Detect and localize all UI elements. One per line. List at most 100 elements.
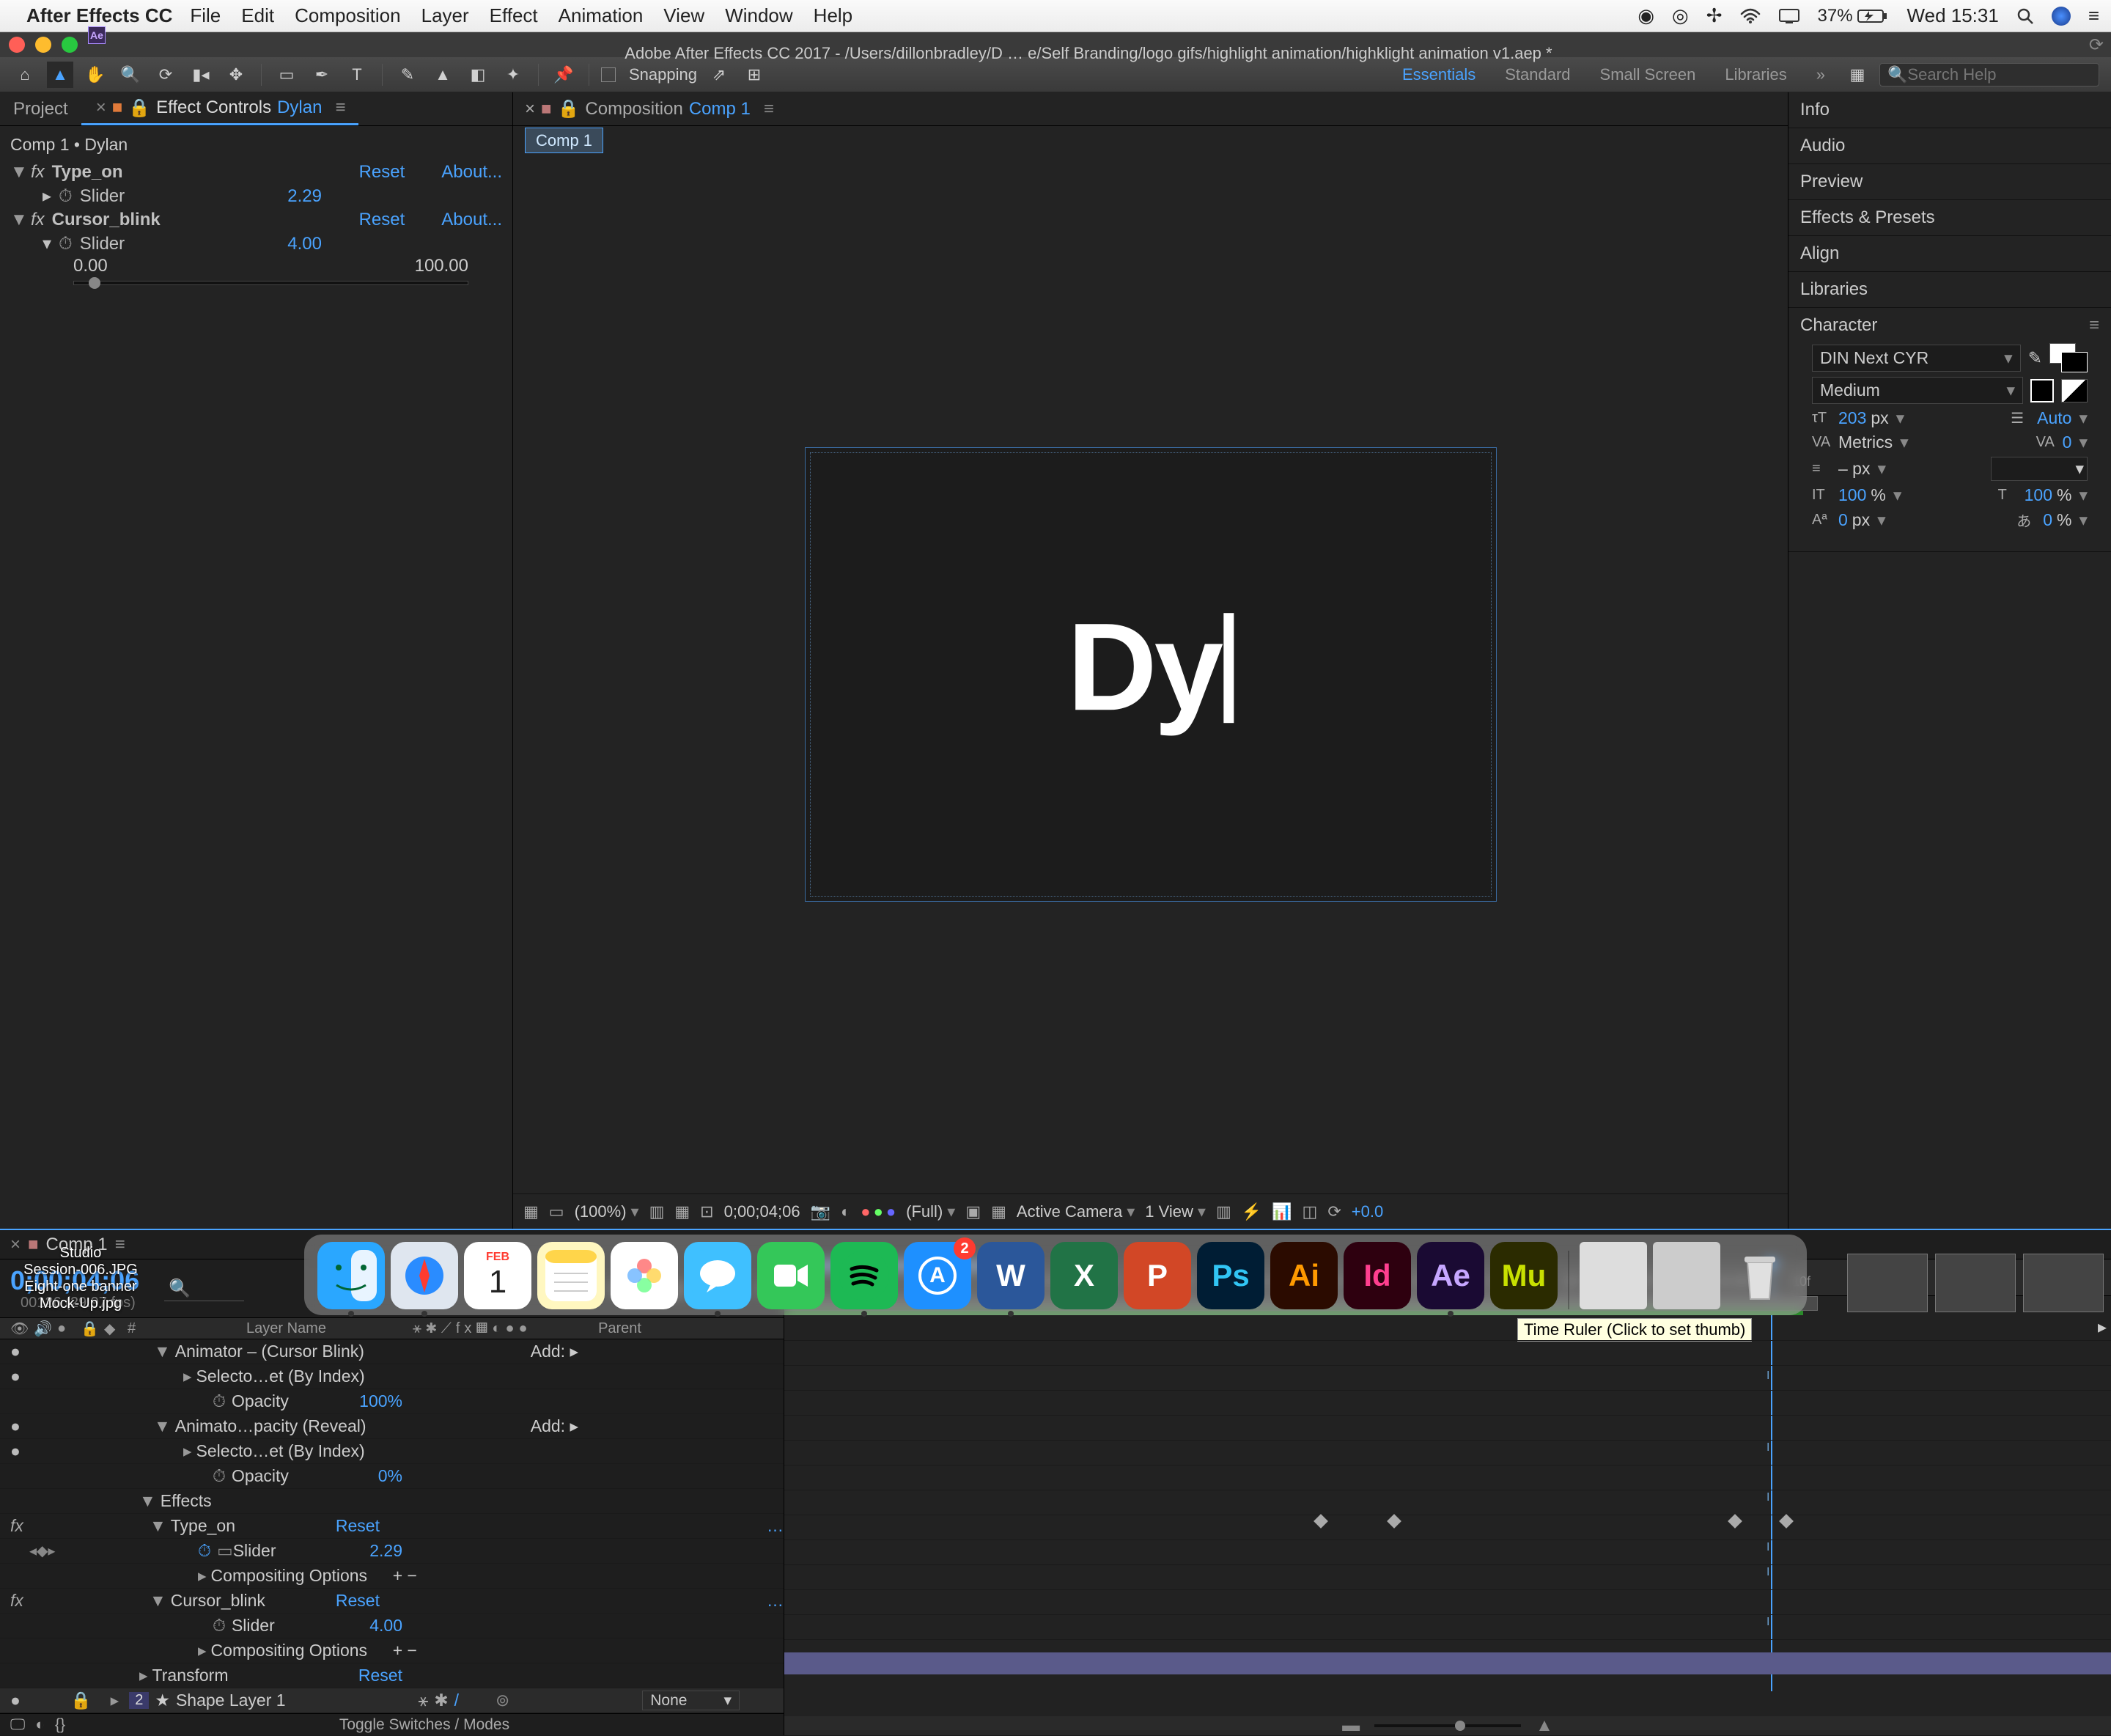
slider-value[interactable]: 2.29	[369, 1541, 402, 1561]
help-search[interactable]: 🔍	[1879, 63, 2099, 87]
video-switch-icon[interactable]: 👁	[10, 1320, 28, 1338]
frame-blend-toggle-icon[interactable]: ◐	[35, 1716, 45, 1734]
zoom-out-icon[interactable]: ▬	[1342, 1715, 1360, 1736]
tracking-field[interactable]: VA0▾	[2036, 433, 2088, 452]
hscale-field[interactable]: T100%▾	[1998, 485, 2088, 505]
fx-about-link[interactable]: About...	[441, 210, 502, 230]
switches-columns-icon[interactable]: ⚹✱⟋fx▦◐●●	[413, 1320, 532, 1337]
add-property-button[interactable]: Add: ▸	[531, 1416, 578, 1436]
timeline-row-animator2[interactable]: ●▼ Animato…pacity (Reveal) Add: ▸	[0, 1414, 784, 1439]
menu-help[interactable]: Help	[814, 4, 852, 27]
info-panel-header[interactable]: Info	[1788, 92, 2111, 128]
workspace-reset-icon[interactable]: ▦	[1844, 62, 1871, 88]
fx-reset-link[interactable]: Reset	[359, 210, 405, 230]
menu-animation[interactable]: Animation	[559, 4, 644, 27]
reset-link[interactable]: Reset	[336, 1591, 380, 1611]
panel-menu-icon[interactable]: ≡	[2089, 315, 2099, 336]
dock-app-finder[interactable]	[317, 1242, 385, 1309]
fx-slider-value[interactable]: 4.00	[287, 234, 322, 254]
menu-file[interactable]: File	[190, 4, 221, 27]
timeline-row-comp-opts2[interactable]: ▸ Compositing Options + −	[0, 1638, 784, 1663]
parent-pickwhip-icon[interactable]: ⊚	[495, 1691, 509, 1710]
grid-icon[interactable]: ▦	[674, 1202, 690, 1221]
composition-tab[interactable]: × ■ 🔒 Composition Comp 1 ≡	[513, 94, 786, 124]
timeline-row-comp-opts1[interactable]: ▸ Compositing Options + −	[0, 1564, 784, 1589]
disclosure-triangle-icon[interactable]: ▼	[10, 162, 23, 183]
pen-tool-icon[interactable]: ✒	[309, 62, 335, 88]
resolution-dropdown[interactable]: (Full)▾	[906, 1202, 955, 1221]
fx-reset-link[interactable]: Reset	[359, 162, 405, 183]
brush-tool-icon[interactable]: ✎	[394, 62, 421, 88]
close-tab-icon[interactable]: ×	[525, 99, 535, 119]
timeline-row-opacity1[interactable]: ⏱ Opacity 100%	[0, 1389, 784, 1414]
effect-options-icon[interactable]: …	[767, 1591, 784, 1611]
visibility-icon[interactable]: ●	[10, 1691, 29, 1710]
dock-stack-2[interactable]	[1653, 1242, 1720, 1309]
menu-view[interactable]: View	[663, 4, 704, 27]
flowchart-icon[interactable]: ◫	[1303, 1202, 1318, 1221]
opacity-value[interactable]: 100%	[359, 1391, 402, 1411]
dock-app-safari[interactable]	[391, 1242, 458, 1309]
keyframe-icon[interactable]	[1387, 1514, 1401, 1529]
reset-exposure-icon[interactable]: ⟳	[1327, 1202, 1341, 1221]
opacity-value[interactable]: 0%	[378, 1466, 402, 1486]
ruler-icon[interactable]: ▥	[649, 1202, 665, 1221]
stroke-swatch[interactable]	[2030, 379, 2054, 402]
timeline-row-cursor-slider[interactable]: ⏱ Slider 4.00	[0, 1614, 784, 1638]
vscale-field[interactable]: IT100%▾	[1812, 485, 1901, 505]
workspace-small-screen[interactable]: Small Screen	[1590, 62, 1706, 87]
lock-icon[interactable]: 🔒	[70, 1691, 92, 1710]
keyframe-icon[interactable]	[1728, 1514, 1742, 1529]
menu-effect[interactable]: Effect	[490, 4, 538, 27]
snap-grid-icon[interactable]: ⊞	[741, 62, 767, 88]
dock-app-muse[interactable]: Mu	[1490, 1242, 1558, 1309]
add-remove-icon[interactable]: + −	[393, 1641, 417, 1660]
timeline-zoom-slider[interactable]: ▬ ▲	[784, 1716, 2111, 1735]
mask-icon[interactable]: ⊡	[700, 1202, 713, 1221]
kerning-field[interactable]: VAMetrics▾	[1812, 433, 1909, 452]
keyframe-icon[interactable]	[1314, 1514, 1328, 1529]
menubar-siri-icon[interactable]	[2052, 7, 2071, 26]
composition-canvas[interactable]: Dy	[805, 447, 1497, 902]
dock-stack-1[interactable]	[1580, 1242, 1647, 1309]
expression-icon[interactable]: ▭	[217, 1541, 233, 1561]
clone-tool-icon[interactable]: ▲	[430, 62, 456, 88]
type-tool-icon[interactable]: T	[344, 62, 370, 88]
timeline-row-type-on-slider[interactable]: ◂◆▸ ⏱ ▭ Slider 2.29	[0, 1539, 784, 1564]
menubar-shield-icon[interactable]: ◉	[1637, 4, 1654, 27]
disclosure-triangle-icon[interactable]: ▼	[10, 210, 23, 230]
preview-panel-header[interactable]: Preview	[1788, 164, 2111, 200]
transparency-grid-icon[interactable]: ▭	[549, 1202, 564, 1221]
fx-badge-icon[interactable]: fx	[10, 1516, 29, 1536]
lock-icon[interactable]: 🔒	[128, 98, 150, 119]
snapping-opts-icon[interactable]: ⇗	[706, 62, 732, 88]
show-snapshot-icon[interactable]: ◐	[841, 1202, 850, 1221]
font-size-field[interactable]: τT203px▾	[1812, 408, 1904, 428]
dock-app-illustrator[interactable]: Ai	[1270, 1242, 1338, 1309]
hand-tool-icon[interactable]: ✋	[82, 62, 108, 88]
orbit-tool-icon[interactable]: ⟳	[152, 62, 179, 88]
channel-icon[interactable]: ●	[861, 1202, 870, 1221]
disclosure-triangle-icon[interactable]: ▸	[43, 185, 51, 207]
dock-app-messages[interactable]	[684, 1242, 751, 1309]
slider-value[interactable]: 4.00	[369, 1616, 402, 1636]
dock-app-word[interactable]: W	[977, 1242, 1045, 1309]
roi-icon[interactable]: ▣	[965, 1202, 981, 1221]
rectangle-tool-icon[interactable]: ▭	[273, 62, 300, 88]
effects-presets-panel-header[interactable]: Effects & Presets	[1788, 200, 2111, 236]
comp-link[interactable]: Comp 1	[689, 99, 751, 119]
fill-stroke-swatch[interactable]	[2049, 343, 2088, 372]
transparent-icon[interactable]: ▦	[991, 1202, 1006, 1221]
zoom-dropdown[interactable]: (100%)▾	[575, 1202, 639, 1221]
desktop-thumbnails[interactable]	[1847, 1254, 2104, 1312]
fx-slider-thumb[interactable]	[89, 277, 100, 289]
menubar-wifi-icon[interactable]	[1740, 8, 1761, 24]
comp-path-tab[interactable]: Comp 1	[513, 126, 1788, 155]
effect-options-icon[interactable]: …	[767, 1516, 784, 1536]
visibility-icon[interactable]: ●	[10, 1342, 29, 1361]
fx-layer-link[interactable]: Dylan	[277, 98, 322, 118]
keyframe-icon[interactable]	[1779, 1514, 1794, 1529]
workspace-essentials[interactable]: Essentials	[1392, 62, 1486, 87]
composition-viewer[interactable]: Dy	[513, 155, 1788, 1194]
fx-cursor-blink[interactable]: ▼ fx Cursor_blink Reset About...	[0, 207, 512, 233]
